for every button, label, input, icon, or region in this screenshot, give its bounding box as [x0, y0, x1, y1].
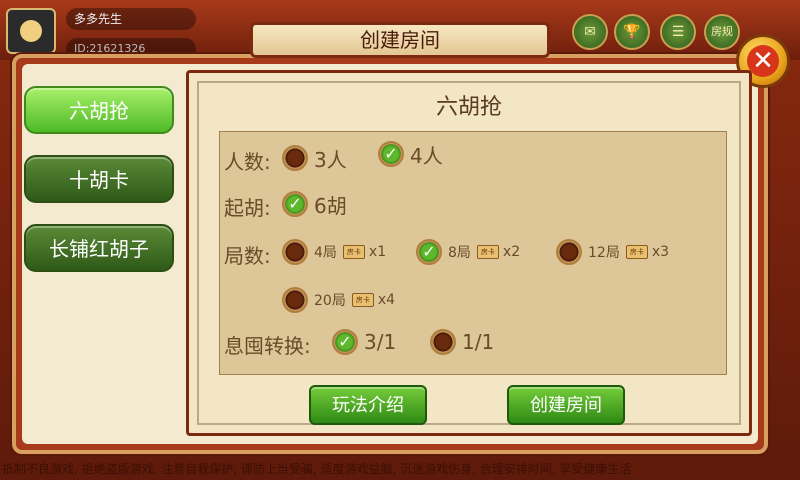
tab-liuhuqiang[interactable]: 六胡抢: [24, 86, 174, 134]
option-label: 3人: [314, 147, 347, 172]
option-3-1[interactable]: ✓ 3/1: [332, 328, 396, 356]
create-room-button[interactable]: 创建房间: [507, 385, 625, 425]
rules-icon[interactable]: 房规: [704, 14, 740, 50]
option-label: 6胡: [314, 193, 347, 218]
checkmark-icon: ✓: [378, 141, 404, 167]
conversion-label: 息囤转换:: [224, 334, 311, 358]
card-multiplier: x3: [651, 244, 670, 260]
option-12-rounds[interactable]: 12局 房卡 x3: [556, 238, 669, 266]
option-20-rounds[interactable]: 20局 房卡 x4: [282, 286, 395, 314]
radio-unchecked-icon: [282, 287, 308, 313]
card-multiplier: x1: [368, 244, 387, 260]
room-card-icon: 房卡: [351, 293, 374, 307]
trophy-icon[interactable]: 🏆: [614, 14, 650, 50]
option-8-rounds[interactable]: ✓ 8局 房卡 x2: [416, 238, 520, 266]
room-card-icon: 房卡: [625, 245, 648, 259]
rules-intro-button[interactable]: 玩法介绍: [309, 385, 427, 425]
option-label: 4局: [314, 245, 337, 261]
card-multiplier: x4: [377, 292, 396, 308]
user-name: 多多先生: [66, 8, 196, 30]
option-label: 20局: [314, 293, 346, 309]
option-4-rounds[interactable]: 4局 房卡 x1: [282, 238, 386, 266]
health-notice: 抵制不良游戏, 拒绝盗版游戏, 注意自我保护, 谨防上当受骗, 适度游戏益脑, …: [2, 462, 632, 476]
hu-label: 起胡:: [224, 196, 271, 220]
option-label: 8局: [448, 245, 471, 261]
players-label: 人数:: [224, 150, 271, 174]
radio-unchecked-icon: [430, 329, 456, 355]
tab-shihuka[interactable]: 十胡卡: [24, 155, 174, 203]
checkmark-icon: ✓: [282, 191, 308, 217]
card-multiplier: x2: [502, 244, 521, 260]
option-label: 12局: [588, 245, 620, 261]
option-1-1[interactable]: 1/1: [430, 328, 494, 356]
option-4-players[interactable]: ✓ 4人: [378, 140, 443, 168]
checkmark-icon: ✓: [332, 329, 358, 355]
options-box: 人数: 3人 ✓ 4人 起胡: ✓ 6胡 局数: 4局 房卡 x1 ✓ 8局 房…: [219, 131, 727, 375]
dialog-title: 创建房间: [250, 22, 550, 58]
checkmark-icon: ✓: [416, 239, 442, 265]
room-card-icon: 房卡: [476, 245, 499, 259]
avatar-face-icon: [20, 20, 42, 42]
options-panel: 六胡抢 人数: 3人 ✓ 4人 起胡: ✓ 6胡 局数: 4局 房卡 x1 ✓ …: [186, 70, 752, 436]
radio-unchecked-icon: [282, 145, 308, 171]
panel-title: 六胡抢: [435, 95, 502, 120]
option-6-hu[interactable]: ✓ 6胡: [282, 190, 347, 218]
radio-unchecked-icon: [282, 239, 308, 265]
rounds-label: 局数:: [224, 244, 271, 268]
room-card-icon: 房卡: [342, 245, 365, 259]
option-3-players[interactable]: 3人: [282, 144, 347, 172]
option-label: 4人: [410, 143, 443, 168]
option-label: 1/1: [462, 330, 495, 354]
notice-icon[interactable]: ☰: [660, 14, 696, 50]
option-label: 3/1: [364, 330, 397, 354]
avatar[interactable]: [6, 8, 56, 54]
mail-icon[interactable]: ✉: [572, 14, 608, 50]
tab-changpuhonghuzi[interactable]: 长铺红胡子: [24, 224, 174, 272]
radio-unchecked-icon: [556, 239, 582, 265]
